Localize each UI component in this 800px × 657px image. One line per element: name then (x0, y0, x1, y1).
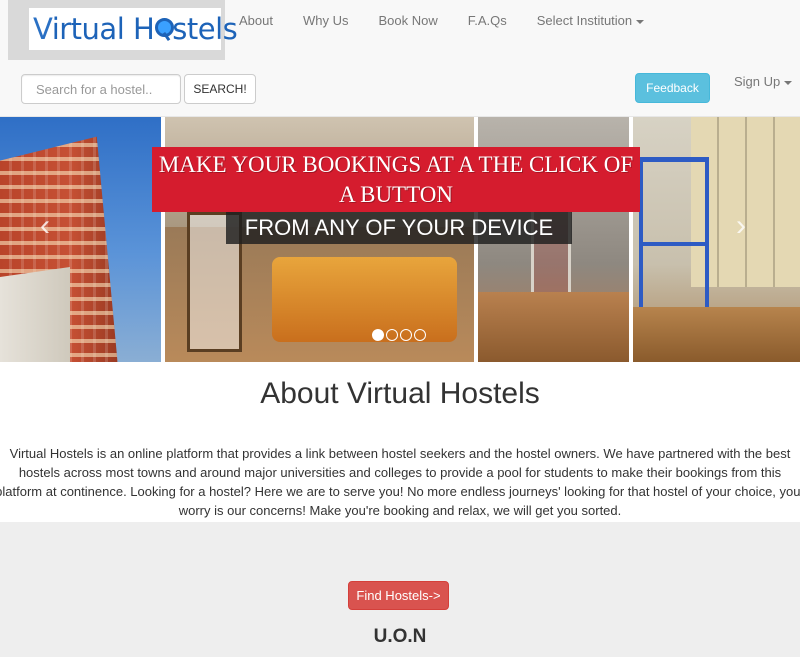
logo-text: irtual H (51, 12, 155, 46)
magnifier-icon (154, 15, 175, 41)
carousel-dot-3[interactable] (400, 329, 412, 341)
navbar: Virtual Hstels About Why Us Book Now F.A… (0, 0, 800, 117)
nav-menu: About Why Us Book Now F.A.Qs Select Inst… (224, 0, 659, 42)
caret-down-icon (636, 19, 645, 24)
chevron-right-icon[interactable]: › (736, 211, 746, 241)
about-text: Virtual Hostels is an online platform th… (0, 446, 800, 518)
nav-select-institution[interactable]: Select Institution (522, 0, 659, 42)
chevron-left-icon[interactable]: ‹ (40, 211, 50, 241)
carousel-subheadline: FROM ANY OF YOUR DEVICE (226, 212, 572, 244)
institution-heading: U.O.N (373, 626, 427, 647)
about-title: About Virtual Hostels (260, 377, 540, 410)
nav-about[interactable]: About (224, 0, 288, 42)
carousel-dot-1[interactable] (372, 329, 384, 341)
find-hostels-button[interactable]: Find Hostels-> (348, 581, 449, 610)
signup-dropdown[interactable]: Sign Up (734, 74, 793, 89)
carousel-headline: MAKE YOUR BOOKINGS AT A THE CLICK OF A B… (152, 147, 640, 212)
signup-label: Sign Up (734, 74, 781, 89)
nav-book-now[interactable]: Book Now (363, 0, 452, 42)
logo-letter: V (33, 12, 52, 46)
logo[interactable]: Virtual Hstels (29, 8, 238, 50)
search-button[interactable]: SEARCH! (184, 74, 256, 104)
carousel-image-building (0, 117, 162, 362)
carousel-indicators (372, 329, 426, 341)
caret-down-icon (784, 80, 793, 85)
logo-container[interactable]: Virtual Hstels (8, 0, 238, 60)
nav-select-institution-label: Select Institution (536, 13, 633, 28)
nav-why-us[interactable]: Why Us (288, 0, 364, 42)
hero-carousel: MAKE YOUR BOOKINGS AT A THE CLICK OF A B… (0, 117, 800, 362)
feedback-button[interactable]: Feedback (635, 73, 710, 103)
carousel-image-bunks (631, 117, 800, 362)
nav-faqs[interactable]: F.A.Qs (453, 0, 522, 42)
search-input[interactable] (21, 74, 181, 104)
carousel-dot-2[interactable] (386, 329, 398, 341)
carousel-dot-4[interactable] (414, 329, 426, 341)
